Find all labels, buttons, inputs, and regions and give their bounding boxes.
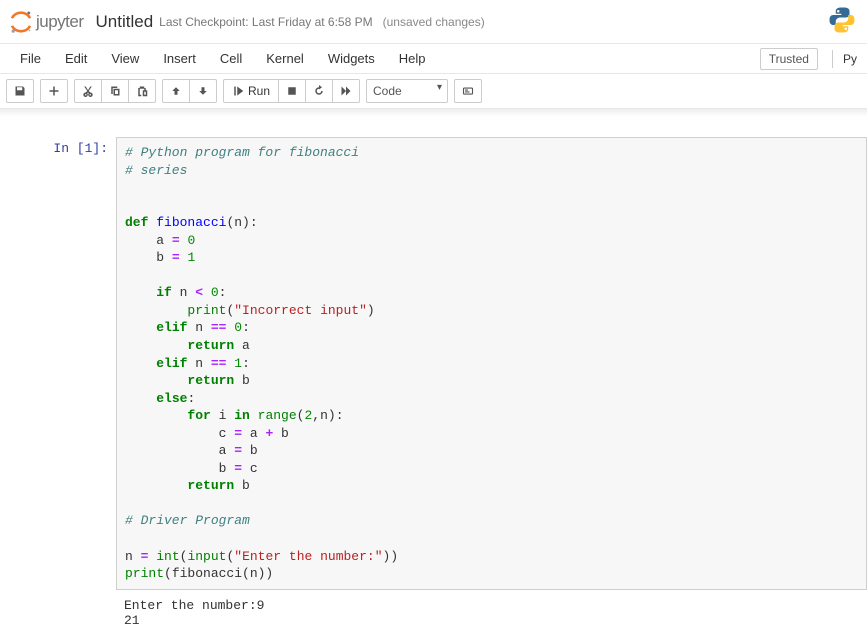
- notebook-name[interactable]: Untitled: [96, 12, 154, 32]
- paste-button[interactable]: [129, 79, 156, 103]
- menu-view[interactable]: View: [99, 45, 151, 72]
- jupyter-logo[interactable]: jupyter: [8, 9, 84, 35]
- menu-insert[interactable]: Insert: [151, 45, 208, 72]
- notebook-container: In [1]: # Python program for fibonacci #…: [0, 117, 867, 628]
- menu-file[interactable]: File: [8, 45, 53, 72]
- interrupt-button[interactable]: [279, 79, 306, 103]
- menu-edit[interactable]: Edit: [53, 45, 99, 72]
- notebook-header: jupyter Untitled Last Checkpoint: Last F…: [0, 0, 867, 44]
- menu-kernel[interactable]: Kernel: [254, 45, 316, 72]
- input-prompt: In [1]:: [20, 137, 116, 590]
- menu-cell[interactable]: Cell: [208, 45, 254, 72]
- menu-widgets[interactable]: Widgets: [316, 45, 387, 72]
- python-logo-icon: [827, 5, 857, 38]
- cell-type-select[interactable]: Code: [366, 79, 448, 103]
- cut-button[interactable]: [74, 79, 102, 103]
- restart-run-all-button[interactable]: [333, 79, 360, 103]
- move-down-button[interactable]: [190, 79, 217, 103]
- copy-button[interactable]: [102, 79, 129, 103]
- trusted-indicator[interactable]: Trusted: [760, 48, 818, 70]
- save-button[interactable]: [6, 79, 34, 103]
- command-palette-button[interactable]: [454, 79, 482, 103]
- menubar: File Edit View Insert Cell Kernel Widget…: [0, 44, 867, 74]
- menu-help[interactable]: Help: [387, 45, 438, 72]
- output-area: Enter the number:9 21: [116, 590, 867, 628]
- toolbar: Run Code: [0, 74, 867, 109]
- divider: [832, 50, 833, 68]
- restart-button[interactable]: [306, 79, 333, 103]
- jupyter-brand-text: jupyter: [36, 12, 84, 32]
- run-button[interactable]: Run: [223, 79, 279, 103]
- code-cell[interactable]: In [1]: # Python program for fibonacci #…: [20, 137, 867, 590]
- move-up-button[interactable]: [162, 79, 190, 103]
- kernel-indicator[interactable]: Py: [841, 49, 859, 69]
- checkpoint-status: Last Checkpoint: Last Friday at 6:58 PM …: [159, 15, 485, 29]
- insert-cell-below-button[interactable]: [40, 79, 68, 103]
- code-input-area[interactable]: # Python program for fibonacci # series …: [116, 137, 867, 590]
